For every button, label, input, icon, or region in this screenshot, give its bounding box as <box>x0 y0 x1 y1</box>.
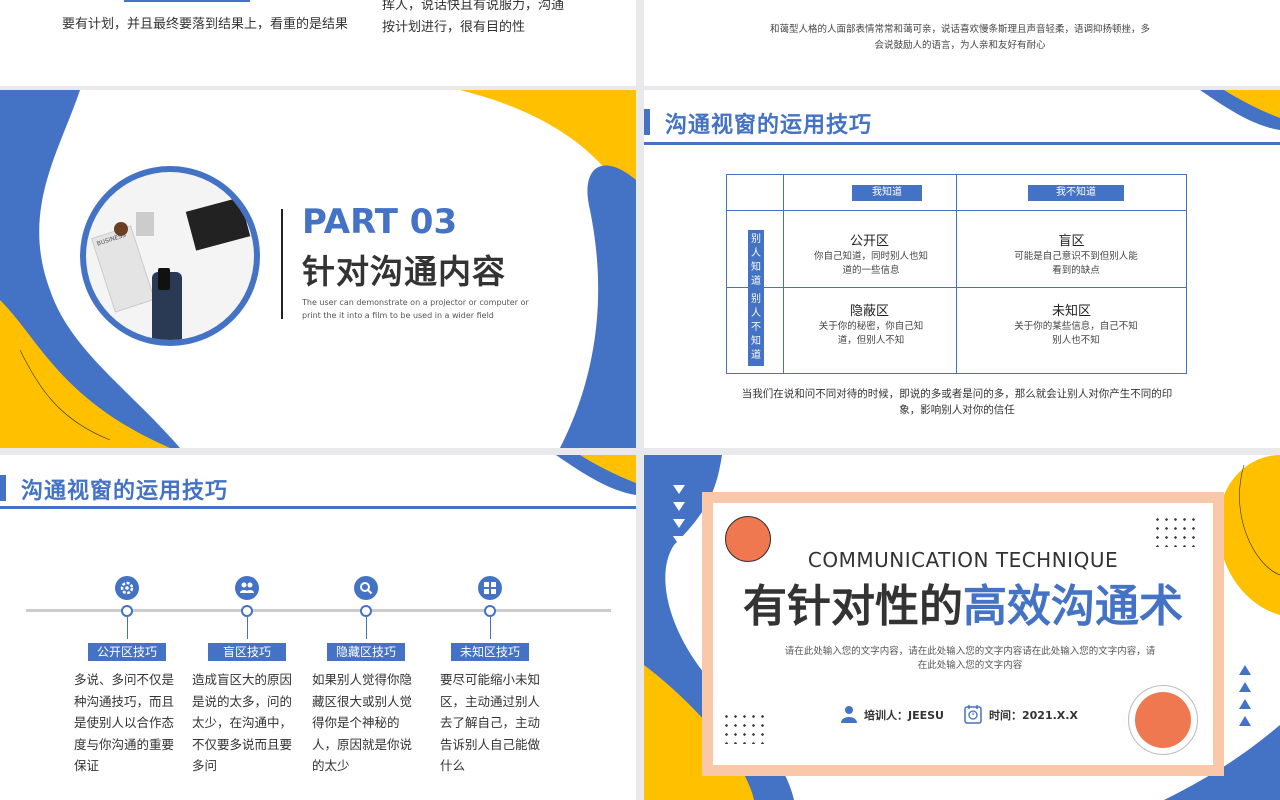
calendar-clock-icon <box>964 704 982 724</box>
open-area-tip-text: 多说、多问不仅是种沟通技巧，而且是使别人以合作态度与你沟通的重要保证 <box>74 672 175 773</box>
hidden-area-title: 隐蔽区 <box>849 304 889 319</box>
unknown-area-desc: 关于你的某些信息，自己不知别人也不知 <box>1014 321 1138 346</box>
header-i-know: 我知道 <box>852 185 922 201</box>
section-underline <box>0 506 636 509</box>
triangle-marker <box>673 519 685 528</box>
hidden-area-desc: 关于你的秘密，你自己知道，但别人不知 <box>818 321 924 346</box>
part-title: 针对沟通内容 <box>302 252 506 291</box>
triangle-marker <box>1239 699 1251 709</box>
gear-icon <box>115 576 139 600</box>
calculator <box>136 212 154 236</box>
triangle-marker <box>673 502 685 511</box>
timeline-node <box>121 605 133 617</box>
trainer-text: 培训人：JEESU <box>864 709 944 722</box>
timeline-stem <box>490 617 491 639</box>
row-others-know: 别人知道 <box>748 230 764 292</box>
coffee-cup <box>114 222 128 236</box>
main-title-blue: 高效沟通术 <box>963 581 1183 632</box>
business-photo: BUSINESS <box>86 172 254 340</box>
hidden-area-tip-label: 隐藏区技巧 <box>327 643 405 661</box>
timeline-node <box>360 605 372 617</box>
slide-cover[interactable]: COMMUNICATION TECHNIQUE 有针对性的高效沟通术 请在此处输… <box>644 455 1280 800</box>
section-title: 沟通视窗的运用技巧 <box>665 113 873 138</box>
triangle-marker <box>1239 665 1251 675</box>
timeline-stem <box>247 617 248 639</box>
triangle-marker <box>1239 682 1251 692</box>
timeline-node <box>484 605 496 617</box>
phone <box>158 268 170 290</box>
main-title-dark: 有针对性的 <box>743 581 963 632</box>
people-icon <box>235 576 259 600</box>
open-area-desc: 你自己知道，同时别人也知道的一些信息 <box>813 251 928 276</box>
accent-line <box>124 0 250 2</box>
newspaper: BUSINESS <box>90 225 156 313</box>
timeline-stem <box>127 617 128 639</box>
triangle-marker <box>1239 716 1251 726</box>
timeline-stem <box>366 617 367 639</box>
subtitle-english: COMMUNICATION TECHNIQUE <box>807 548 1119 572</box>
slide-johari-window[interactable]: 沟通视窗的运用技巧 我知道 我不知道 别人知道 别人不知道 公开区 你自己知道，… <box>644 90 1280 448</box>
table-divider <box>783 174 784 374</box>
unknown-area-title: 未知区 <box>1051 304 1091 319</box>
part-number: PART 03 <box>302 202 458 242</box>
slide-window-tips[interactable]: 沟通视窗的运用技巧 公开区技巧 多说、多问不仅是种沟通技巧，而且是使别人以合作态… <box>0 455 636 800</box>
slide-top-right[interactable]: 和蔼型人格的人面部表情常常和蔼可亲，说话喜欢慢条斯理且声音轻柔，语调抑扬顿挫，多… <box>644 0 1280 86</box>
laptop <box>185 197 251 251</box>
blind-area-tip-label: 盲区技巧 <box>208 643 286 661</box>
dot-grid <box>722 712 770 744</box>
unknown-area-tip-label: 未知区技巧 <box>451 643 529 661</box>
slide-part-03[interactable]: BUSINESS PART 03 针对沟通内容 The user can dem… <box>0 90 636 448</box>
orange-circle <box>1135 692 1191 748</box>
amiable-text: 和蔼型人格的人面部表情常常和蔼可亲，说话喜欢慢条斯理且声音轻柔，语调抑扬顿挫，多… <box>770 24 1151 51</box>
unknown-area-tip-text: 要尽可能缩小未知区，主动通过别人去了解自己，主动告诉别人自己能做什么 <box>440 672 541 773</box>
title-divider <box>281 209 283 319</box>
blind-area-desc: 可能是自己意识不到但别人能看到的缺点 <box>1014 251 1138 276</box>
table-divider <box>726 287 1187 288</box>
table-divider <box>956 174 957 374</box>
command-text: 挥人，说话快且有说服力，沟通按计划进行，很有目的性 <box>382 0 565 35</box>
blind-area-tip-text: 造成盲区大的原因是说的太多，问的太少，在沟通中，不仅要多说而且要多问 <box>192 672 293 773</box>
timeline-node <box>241 605 253 617</box>
result-text: 要有计划，并且最终要落到结果上，看重的是结果 <box>62 17 349 32</box>
blind-area-title: 盲区 <box>1058 234 1085 249</box>
hidden-area-tip-text: 如果别人觉得你隐藏区很大或别人觉得你是个神秘的人，原因就是你说的太少 <box>312 672 413 773</box>
open-area-tip-label: 公开区技巧 <box>88 643 166 661</box>
search-icon <box>354 576 378 600</box>
main-title: 有针对性的高效沟通术 <box>702 579 1224 635</box>
triangle-marker <box>673 485 685 494</box>
grid-icon <box>478 576 502 600</box>
section-bar <box>0 475 6 501</box>
window-note: 当我们在说和问不同对待的时候，即说的多或者是问的多，那么就会让别人对你产生不同的… <box>741 388 1173 416</box>
section-underline <box>644 142 1280 145</box>
timeline-bar <box>26 609 611 612</box>
slide-top-left[interactable]: 要有计划，并且最终要落到结果上，看重的是结果 挥人，说话快且有说服力，沟通按计划… <box>0 0 636 86</box>
header-i-dont-know: 我不知道 <box>1028 185 1124 201</box>
cover-description: 请在此处输入您的文字内容，请在此处输入您的文字内容请在此处输入您的文字内容，请在… <box>784 646 1156 671</box>
part-subtitle: The user can demonstrate on a projector … <box>302 298 529 320</box>
time-text: 时间：2021.X.X <box>989 709 1078 722</box>
section-bar <box>644 109 650 135</box>
section-title: 沟通视窗的运用技巧 <box>21 479 229 504</box>
open-area-title: 公开区 <box>849 234 889 249</box>
dot-grid <box>1153 515 1201 547</box>
table-divider <box>726 210 1187 211</box>
person-icon <box>840 705 858 723</box>
row-others-dont-know: 别人不知道 <box>748 290 764 366</box>
triangle-marker <box>673 536 685 545</box>
